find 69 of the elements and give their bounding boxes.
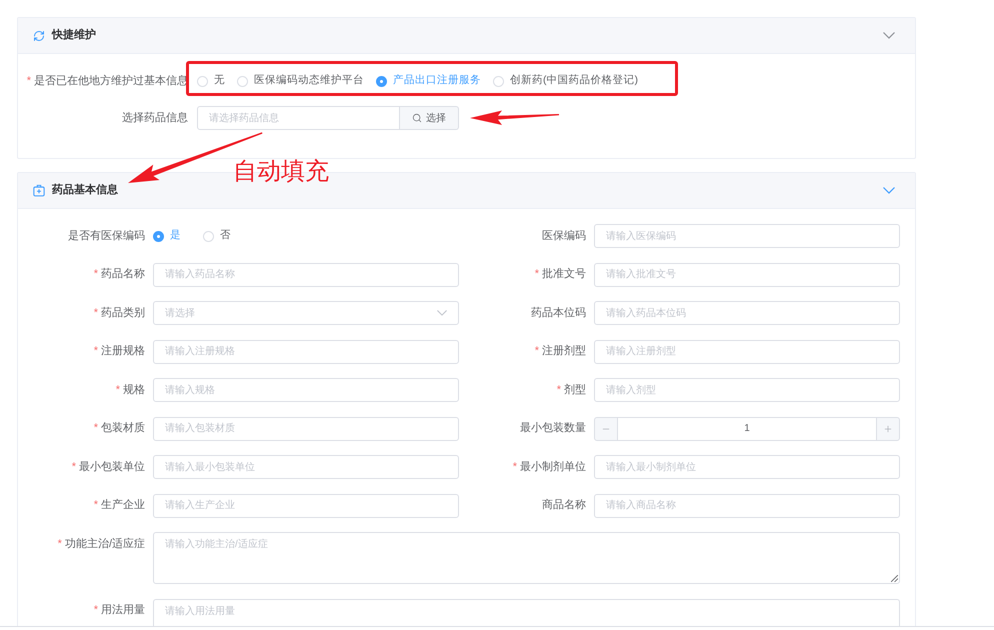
text-field[interactable]: 请输入规格 (153, 378, 459, 402)
search-icon (412, 113, 422, 123)
field-label: 注册剂型 (542, 344, 586, 360)
field-label: 注册规格 (101, 344, 145, 360)
select-button[interactable]: 选择 (400, 106, 459, 130)
field-label: 最小制剂单位 (520, 460, 586, 475)
field-label: 药品名称 (101, 266, 145, 282)
drug-picker-field[interactable]: 请选择药品信息 (197, 106, 400, 130)
text-field[interactable]: 请输入包装材质 (153, 416, 459, 440)
section-header[interactable]: 快捷维护 (18, 18, 915, 54)
textarea-field[interactable]: 请输入功能主治/适应症 (153, 532, 900, 584)
section-title: 药品基本信息 (52, 182, 118, 198)
text-field[interactable]: 请输入最小包装单位 (153, 455, 459, 479)
required-mark: * (94, 346, 98, 357)
required-mark: * (116, 384, 120, 396)
field-label: 商品名称 (542, 498, 586, 514)
text-field[interactable]: 请输入商品名称 (594, 494, 900, 518)
required-mark: * (556, 384, 561, 396)
field-label: 选择药品信息 (122, 110, 188, 126)
chevron-down-icon[interactable] (883, 187, 895, 194)
field-label: 剂型 (564, 382, 586, 398)
section-title: 快捷维护 (52, 28, 96, 44)
field-label: 最小包装单位 (79, 460, 145, 475)
field-label: 药品本位码 (531, 306, 586, 321)
field-label: 医保编码 (542, 228, 586, 244)
required-mark: * (534, 269, 539, 280)
refresh-icon (33, 30, 45, 42)
radio-option[interactable]: 医保编码动态维护平台 (237, 73, 364, 89)
field-label: 规格 (123, 382, 145, 398)
text-field[interactable]: 请输入注册规格 (153, 340, 459, 364)
medical-kit-icon (33, 184, 45, 197)
field-label: 用法用量 (101, 603, 145, 618)
required-mark: * (512, 462, 517, 472)
radio-option[interactable]: 创新药(中国药品价格登记) (493, 73, 638, 89)
required-mark: * (94, 308, 98, 318)
chevron-down-icon[interactable] (883, 32, 895, 39)
field-label: 是否有医保编码 (68, 228, 145, 244)
field-label: 最小包装数量 (520, 421, 586, 436)
required-mark: * (534, 346, 539, 357)
required-mark: * (94, 605, 98, 616)
required-mark: * (94, 423, 98, 434)
field-label: 是否已在他地方维护过基本信息 (34, 74, 188, 89)
text-field[interactable]: 请输入生产企业 (153, 494, 459, 518)
plus-icon (883, 424, 893, 434)
field-label: 包装材质 (101, 421, 145, 436)
text-field[interactable]: 请输入药品本位码 (594, 301, 900, 325)
chevron-down-icon (437, 310, 447, 316)
required-mark: * (58, 538, 62, 550)
textarea-field[interactable]: 请输入用法用量 (153, 598, 900, 626)
increment-button[interactable] (876, 416, 900, 440)
field-label: 批准文号 (542, 266, 586, 282)
field-label: 生产企业 (101, 498, 145, 514)
text-field[interactable]: 请输入批准文号 (594, 262, 900, 286)
text-field[interactable]: 请输入医保编码 (594, 224, 900, 248)
field-label: 药品类别 (101, 306, 145, 321)
required-mark: * (72, 462, 76, 472)
resize-handle-icon[interactable] (891, 575, 898, 582)
text-field[interactable]: 请输入注册剂型 (594, 340, 900, 364)
number-field[interactable]: 1 (618, 416, 876, 440)
decrement-button[interactable] (594, 416, 618, 440)
required-mark: * (94, 500, 98, 511)
text-field[interactable]: 请输入最小制剂单位 (594, 455, 900, 479)
required-mark: * (26, 76, 31, 86)
text-field[interactable]: 请输入药品名称 (153, 262, 459, 286)
radio-option[interactable]: 否 (203, 228, 231, 244)
radio-option[interactable]: 无 (197, 73, 225, 89)
field-label: 功能主治/适应症 (64, 536, 145, 552)
text-field[interactable]: 请输入剂型 (594, 378, 900, 402)
required-mark: * (94, 269, 98, 280)
